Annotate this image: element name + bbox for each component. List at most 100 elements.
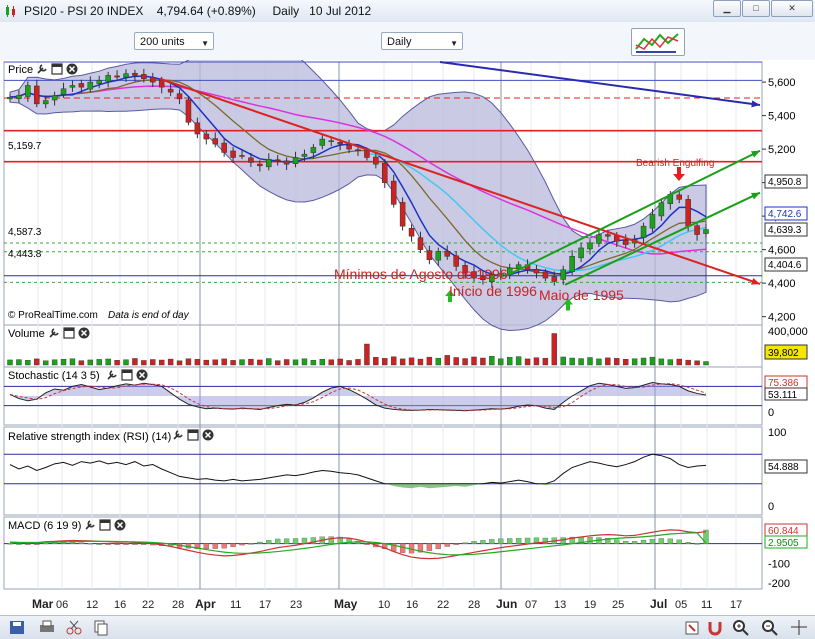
- candle-body: [132, 72, 138, 76]
- macd-histogram-bar: [16, 543, 22, 545]
- x-axis-label: 16: [114, 599, 126, 611]
- x-axis-label: 13: [554, 599, 566, 611]
- macd-histogram-bar: [283, 538, 290, 544]
- candle-body: [435, 251, 442, 261]
- candle-body: [551, 276, 558, 282]
- scissors-icon[interactable]: [65, 619, 83, 636]
- macd-histogram-bar: [87, 543, 93, 545]
- crosshair-icon[interactable]: [790, 619, 808, 636]
- volume-bar: [51, 359, 58, 366]
- volume-bar: [212, 359, 218, 366]
- volume-bar: [337, 358, 343, 366]
- chart-area: 400,000 1000 1000 0-100-200 Mar061216222…: [0, 37, 815, 615]
- volume-bar: [667, 359, 674, 366]
- volume-bar: [114, 360, 120, 366]
- volume-bar: [292, 359, 299, 366]
- candle-body: [444, 251, 450, 257]
- volume-bar: [587, 357, 593, 366]
- volume-bar: [676, 358, 682, 366]
- copy-icon[interactable]: [92, 619, 110, 636]
- svg-text:4,742.6: 4,742.6: [768, 209, 802, 220]
- timeframe-select[interactable]: Daily ▼: [381, 32, 463, 50]
- macd-histogram-bar: [658, 538, 665, 544]
- volume-bar: [78, 360, 85, 366]
- maximize-button[interactable]: □: [742, 0, 770, 17]
- macd-histogram-bar: [667, 538, 673, 544]
- print-icon[interactable]: [38, 619, 56, 636]
- rsi-y-label: 100: [768, 427, 786, 439]
- candle-body: [622, 239, 629, 245]
- candle-body: [51, 95, 58, 101]
- candle-body: [60, 88, 67, 95]
- instrument-name: PSI20 - PSI 20 INDEX: [24, 4, 144, 18]
- volume-bar: [578, 358, 584, 366]
- candle-body: [87, 81, 94, 90]
- candle-body: [694, 225, 700, 235]
- volume-bar: [444, 355, 450, 366]
- candle-body: [69, 85, 76, 88]
- volume-bar: [426, 356, 433, 366]
- y-axis-label: 5,600: [768, 77, 796, 89]
- x-axis-label: 11: [701, 599, 712, 611]
- window-icon-bar: [64, 328, 74, 331]
- stochastic-panel-title: Stochastic (14 3 5): [8, 370, 100, 382]
- candle-body: [658, 202, 665, 217]
- volume-bar: [605, 357, 611, 366]
- volume-bar: [658, 358, 665, 366]
- macd-histogram-bar: [239, 543, 245, 546]
- candle-body: [7, 96, 13, 100]
- zoom-out-icon[interactable]: [761, 619, 779, 636]
- volume-bar: [69, 358, 76, 366]
- x-axis-label: 23: [290, 599, 302, 611]
- macd-histogram-bar: [25, 543, 31, 545]
- candle-body: [596, 234, 602, 244]
- volume-bar: [7, 359, 13, 366]
- window-icon-bar: [188, 430, 198, 433]
- volume-bar: [346, 360, 352, 366]
- zoom-in-icon[interactable]: [732, 619, 750, 636]
- candle-body: [78, 83, 85, 88]
- candle-body: [212, 138, 218, 145]
- data-footnote: Data is end of day: [108, 310, 190, 321]
- magnet-icon[interactable]: [706, 619, 724, 636]
- candle-body: [301, 153, 308, 157]
- volume-bar: [569, 357, 575, 366]
- volume-bar: [506, 357, 513, 366]
- up-arrow-stem: [566, 304, 570, 311]
- svg-text:39,802: 39,802: [768, 348, 799, 359]
- volume-bar: [382, 358, 388, 366]
- candle-body: [42, 100, 49, 105]
- candle-body: [16, 95, 22, 99]
- volume-bar: [150, 359, 156, 366]
- volume-tag: 39,802: [764, 344, 808, 360]
- macd-y-label: -200: [768, 578, 790, 590]
- delete-icon[interactable]: [683, 619, 701, 636]
- price-label-5159: 5,159.7: [8, 141, 42, 152]
- candle-body: [185, 99, 192, 123]
- volume-panel-title: Volume: [8, 328, 45, 340]
- macd-histogram-bar: [230, 543, 236, 547]
- candle-body: [399, 202, 406, 227]
- volume-bar: [649, 356, 656, 366]
- units-select-value: 200 units: [140, 36, 185, 48]
- units-select[interactable]: 200 units ▼: [134, 32, 214, 50]
- save-icon[interactable]: [8, 619, 26, 636]
- volume-bar: [542, 357, 549, 366]
- macd-histogram-bar: [694, 543, 700, 545]
- annotation-inicio-1996: Início de 1996: [449, 283, 537, 299]
- indicators-button[interactable]: [631, 28, 685, 56]
- close-window-button[interactable]: ✕: [771, 0, 813, 17]
- x-axis-label: 16: [406, 599, 418, 611]
- minimize-button[interactable]: ▁: [713, 0, 741, 17]
- y-axis-label: 4,400: [768, 278, 796, 290]
- period-label: Daily: [272, 4, 300, 18]
- candle-body: [167, 88, 174, 93]
- volume-bar: [60, 359, 67, 366]
- macd-histogram-bar: [515, 538, 522, 544]
- candle-body: [96, 80, 102, 84]
- candle-body: [221, 142, 227, 153]
- timeframe-select-value: Daily: [387, 36, 412, 48]
- candle-body: [364, 150, 370, 158]
- candle-body: [158, 79, 165, 88]
- indicator-chart-icon: [635, 33, 679, 53]
